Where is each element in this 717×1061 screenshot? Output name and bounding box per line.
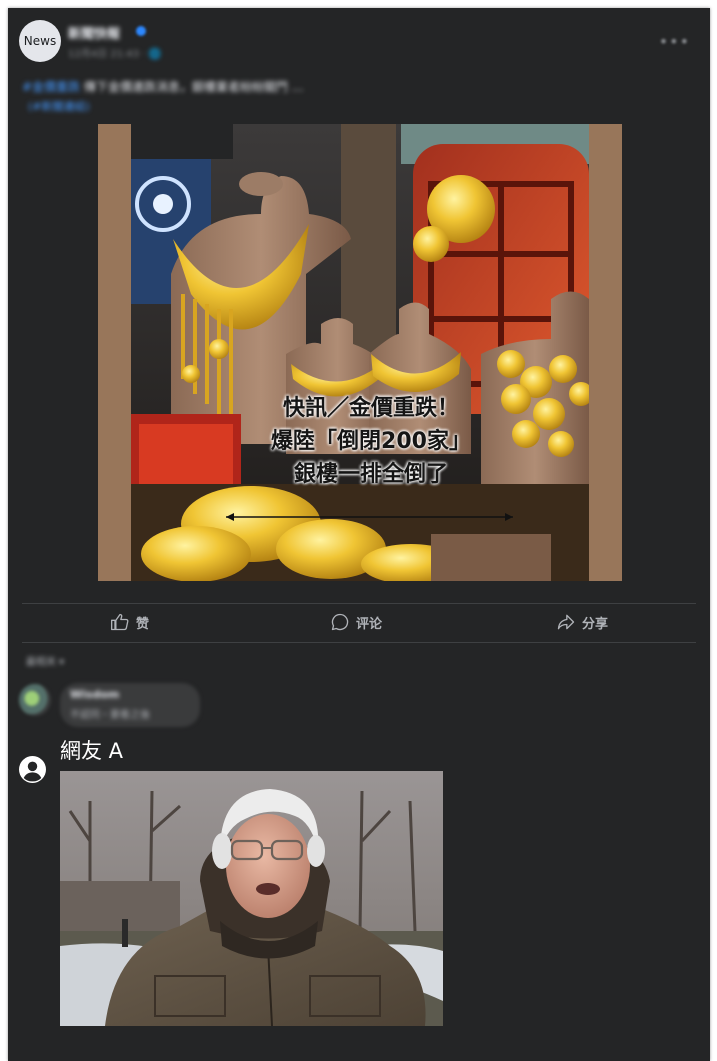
like-label: 赞 bbox=[136, 616, 150, 632]
comment-sort-dropdown[interactable]: 最相关 ▾ bbox=[26, 653, 64, 668]
page-name[interactable]: 新聞快報 bbox=[68, 23, 120, 42]
verified-badge-icon bbox=[136, 26, 146, 36]
netizen-name[interactable]: 網友 A bbox=[60, 735, 123, 765]
action-bar: 赞 评论 分享 bbox=[8, 606, 710, 638]
headline-line: 銀樓一排全倒了 bbox=[293, 462, 448, 487]
post-card: News 新聞快報 12月4日 21:43 · 🌐 ••• #金價重跌 傳下金價… bbox=[8, 8, 710, 1061]
more-dots-icon[interactable]: ••• bbox=[659, 32, 690, 51]
page-avatar[interactable]: News bbox=[19, 20, 61, 62]
divider bbox=[22, 603, 696, 604]
jewelry-scene bbox=[131, 124, 589, 581]
post-timestamp[interactable]: 12月4日 21:43 · 🌐 bbox=[68, 45, 161, 60]
share-arrow-icon bbox=[557, 614, 575, 630]
redaction-box bbox=[131, 124, 233, 159]
divider bbox=[22, 642, 696, 643]
commenter-name[interactable]: Wisdom bbox=[70, 688, 119, 701]
share-label: 分享 bbox=[582, 616, 609, 632]
headline-line: 爆陸「倒閉200家」 bbox=[271, 429, 471, 454]
thumbs-up-icon bbox=[111, 613, 129, 631]
comment-image[interactable] bbox=[60, 771, 443, 1026]
comment-bubble-icon bbox=[331, 613, 349, 631]
caption-hashtag[interactable]: #金價重跌 bbox=[22, 80, 80, 94]
comment-label: 评论 bbox=[356, 616, 383, 632]
post-image[interactable]: 快訊／金價重跌！ 爆陸「倒閉200家」 銀樓一排全倒了 bbox=[98, 124, 622, 581]
caption-link[interactable]: (#新聞連結) bbox=[28, 98, 90, 114]
like-button[interactable]: 赞 bbox=[110, 606, 149, 638]
jewelry-photo: 快訊／金價重跌！ 爆陸「倒閉200家」 銀樓一排全倒了 bbox=[131, 124, 589, 581]
caption-text: 傳下金價連跌消息，銀樓業者紛紛關門 … bbox=[83, 80, 304, 94]
share-button[interactable]: 分享 bbox=[556, 606, 608, 638]
post-caption: #金價重跌 傳下金價連跌消息，銀樓業者紛紛關門 … bbox=[22, 78, 304, 95]
comment-button[interactable]: 评论 bbox=[330, 606, 382, 638]
post-header: News 新聞快報 12月4日 21:43 · 🌐 ••• #金價重跌 傳下金價… bbox=[8, 8, 710, 124]
image-headline: 快訊／金價重跌！ 爆陸「倒閉200家」 銀樓一排全倒了 bbox=[241, 392, 501, 491]
commenter-avatar[interactable] bbox=[19, 684, 51, 716]
headline-line: 快訊／金價重跌！ bbox=[282, 396, 459, 421]
user-circle-icon bbox=[19, 756, 46, 783]
man-in-parka-photo bbox=[60, 771, 443, 1026]
comment-text: 不認同・要看之後 bbox=[70, 710, 150, 721]
